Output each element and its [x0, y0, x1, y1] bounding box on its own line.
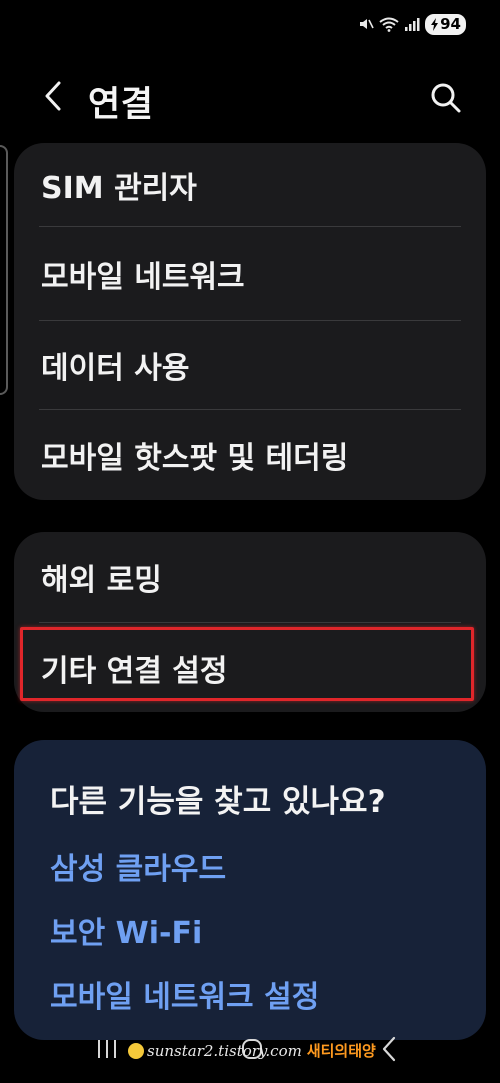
- emoji-face-icon: [128, 1042, 144, 1059]
- list-item-data-usage[interactable]: 데이터 사용: [14, 321, 486, 409]
- navigation-bar: sunstar2.tistory.com 새티의태양: [0, 1025, 500, 1083]
- list-item-sim-manager[interactable]: SIM 관리자: [14, 143, 486, 227]
- list-item-label: 데이터 사용: [41, 351, 190, 386]
- suggestions-card: 다른 기능을 찾고 있나요? 삼성 클라우드 보안 Wi-Fi 모바일 네트워크…: [14, 740, 486, 1040]
- suggestion-link-samsung-cloud[interactable]: 삼성 클라우드: [50, 844, 226, 888]
- battery-charging-icon: [430, 17, 439, 31]
- list-item-label: SIM 관리자: [41, 171, 197, 206]
- nav-back-button[interactable]: [380, 1036, 398, 1066]
- settings-group-1: SIM 관리자 모바일 네트워크 데이터 사용 모바일 핫스팟 및 테더링: [14, 143, 486, 500]
- battery-indicator: 94: [425, 13, 466, 35]
- back-arrow-icon: [43, 80, 63, 116]
- nav-back-icon: [380, 1036, 398, 1066]
- recent-apps-icon: [96, 1040, 118, 1064]
- watermark-url: sunstar2.tistory.com: [147, 1041, 302, 1060]
- list-item-mobile-network[interactable]: 모바일 네트워크: [14, 227, 486, 321]
- suggestion-link-secure-wifi[interactable]: 보안 Wi-Fi: [50, 908, 202, 952]
- suggestions-title: 다른 기능을 찾고 있나요?: [50, 784, 386, 820]
- signal-icon: [404, 16, 420, 32]
- search-button[interactable]: [428, 80, 464, 116]
- list-item-roaming[interactable]: 해외 로밍: [14, 532, 486, 622]
- mute-icon: [358, 16, 374, 32]
- edge-panel-handle[interactable]: [0, 145, 8, 395]
- list-item-label: 해외 로밍: [41, 563, 162, 598]
- status-bar: 94: [0, 0, 500, 46]
- list-item-label: 모바일 핫스팟 및 테더링: [41, 441, 349, 476]
- highlight-box: [20, 627, 474, 701]
- battery-level: 94: [440, 15, 461, 33]
- app-header: 연결: [0, 68, 500, 128]
- suggestion-link-mobile-network-settings[interactable]: 모바일 네트워크 설정: [50, 972, 319, 1016]
- list-item-hotspot-tethering[interactable]: 모바일 핫스팟 및 테더링: [14, 410, 486, 500]
- wifi-icon: [379, 16, 399, 32]
- status-icons: 94: [358, 12, 466, 36]
- list-item-label: 모바일 네트워크: [41, 260, 245, 295]
- watermark-brand: 새티의태양: [306, 1042, 376, 1060]
- watermark: sunstar2.tistory.com 새티의태양: [128, 1040, 376, 1061]
- recent-apps-button[interactable]: [96, 1038, 118, 1064]
- search-icon: [428, 83, 464, 120]
- back-button[interactable]: [36, 78, 70, 118]
- page-title: 연결: [88, 85, 154, 125]
